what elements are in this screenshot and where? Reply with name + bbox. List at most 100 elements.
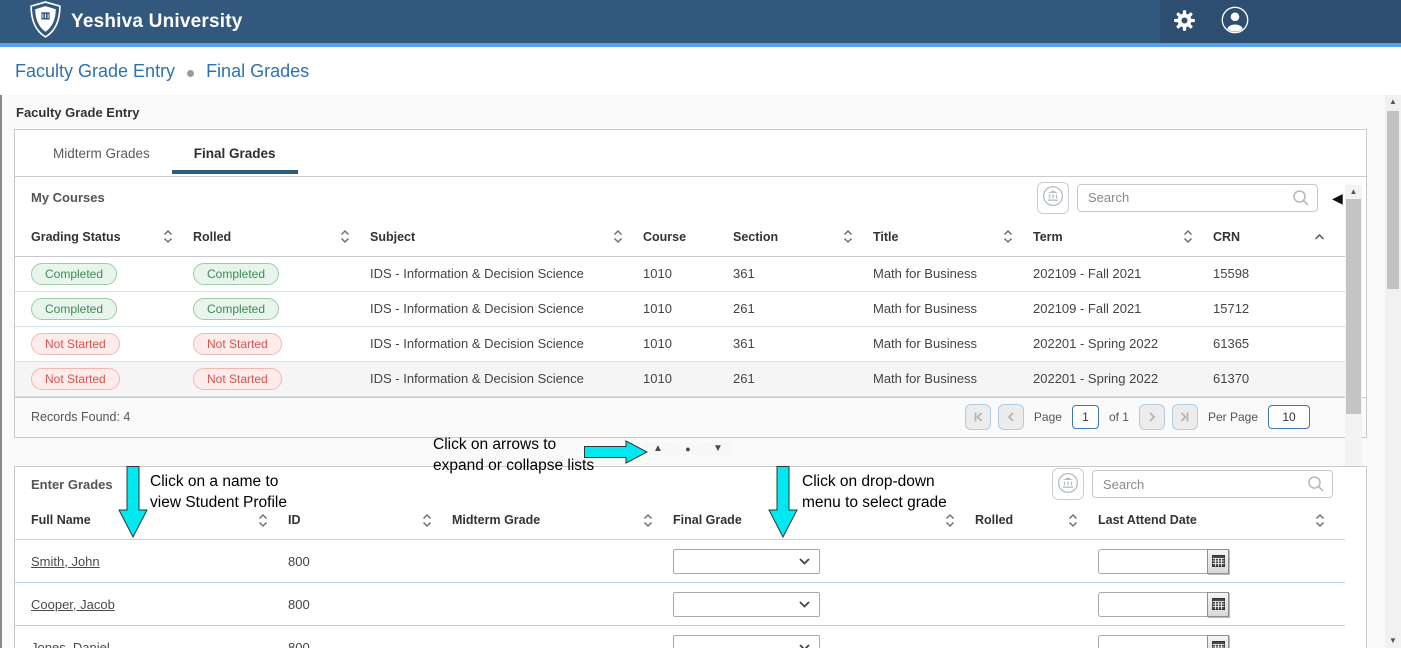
sort-icon[interactable] [1003,229,1013,244]
crn-cell: 61365 [1213,326,1345,361]
course-row[interactable]: Not Started Not Started IDS - Informatio… [15,361,1345,396]
col-grading-status: Grading Status [31,230,121,244]
sort-icon[interactable] [422,513,432,528]
scroll-up-icon[interactable]: ▲ [1385,95,1401,109]
enter-grades-title: Enter Grades [31,477,113,492]
col-term: Term [1033,230,1063,244]
sort-icon[interactable] [340,229,350,244]
page-scrollbar-thumb[interactable] [1387,111,1399,289]
page-scrollbar[interactable]: ▲ ▼ [1385,95,1401,648]
col-section: Section [733,230,778,244]
col-course: Course [643,230,686,244]
rolled-cell [975,540,1098,583]
subject-cell: IDS - Information & Decision Science [370,256,643,291]
calendar-button[interactable] [1207,549,1229,574]
settings-button[interactable] [1172,8,1197,36]
search-icon [1307,475,1325,493]
grid-settings-button[interactable] [1052,468,1084,500]
enter-grades-table: Full Name ID Midterm Grade Final Grade R… [15,502,1345,648]
term-cell: 202201 - Spring 2022 [1033,326,1213,361]
col-title: Title [873,230,898,244]
student-name-link[interactable]: Smith, John [31,554,100,569]
per-page-label: Per Page [1208,410,1258,424]
scroll-up-icon[interactable]: ▲ [1345,185,1362,198]
annotation-expand-text: Click on arrows to expand or collapse li… [433,434,594,476]
student-row: Cooper, Jacob 800 [15,583,1345,626]
rolled-badge: Not Started [193,333,282,355]
sort-icon[interactable] [1315,513,1325,528]
page-of-label: of 1 [1109,410,1129,424]
sort-icon[interactable] [843,229,853,244]
rolled-badge: Not Started [193,368,282,390]
annotation-right-arrow-icon [584,440,648,464]
my-courses-search-input[interactable] [1077,184,1318,212]
page-number-input[interactable] [1072,405,1099,429]
collapse-list-button[interactable]: ▼ [703,442,733,455]
rolled-cell [975,583,1098,626]
annotation-down-arrow-icon [118,466,148,538]
per-page-input[interactable] [1268,405,1310,429]
resize-handle-dot[interactable]: ● [673,443,703,455]
last-attend-date-input[interactable] [1098,592,1207,617]
final-grade-select[interactable] [673,549,820,574]
scrollbar-thumb[interactable] [1346,199,1361,414]
subject-cell: IDS - Information & Decision Science [370,361,643,396]
collapse-left-icon[interactable]: ◀ [1332,191,1343,205]
section-cell: 261 [733,291,873,326]
col-final-grade: Final Grade [673,513,742,527]
last-attend-date-input[interactable] [1098,635,1207,648]
prev-page-button[interactable] [998,404,1024,430]
term-cell: 202109 - Fall 2021 [1033,256,1213,291]
student-id-cell: 800 [288,626,452,648]
enter-grades-search-input[interactable] [1092,470,1333,498]
sort-asc-icon[interactable] [1314,233,1325,241]
calendar-button[interactable] [1207,635,1229,648]
tab-bar: Midterm Grades Final Grades [15,130,1366,177]
breadcrumb-final-grades[interactable]: Final Grades [206,61,309,82]
student-name-link[interactable]: Cooper, Jacob [31,597,115,612]
final-grade-select[interactable] [673,592,820,617]
last-page-button[interactable] [1172,404,1198,430]
sort-icon[interactable] [643,513,653,528]
midterm-grade-cell [452,583,673,626]
tab-midterm-grades[interactable]: Midterm Grades [31,134,172,176]
sort-icon[interactable] [613,229,623,244]
col-rolled: Rolled [193,230,231,244]
next-page-button[interactable] [1139,404,1165,430]
scroll-down-icon[interactable]: ▼ [1385,634,1401,648]
student-row: Smith, John 800 [15,540,1345,583]
col-crn: CRN [1213,230,1240,244]
student-id-cell: 800 [288,540,452,583]
sort-icon[interactable] [1183,229,1193,244]
title-cell: Math for Business [873,256,1033,291]
chevron-left-icon [1005,411,1017,423]
student-name-link[interactable]: Jones, Daniel [31,640,110,648]
sort-icon[interactable] [163,229,173,244]
tab-final-grades[interactable]: Final Grades [172,134,298,176]
gear-icon [1172,8,1197,36]
chevron-down-icon [799,558,810,565]
landmark-icon [1042,185,1064,210]
page-title: Faculty Grade Entry [16,105,1401,120]
page-label: Page [1034,410,1062,424]
course-row[interactable]: Not Started Not Started IDS - Informatio… [15,326,1345,361]
sort-icon[interactable] [945,513,955,528]
profile-button[interactable] [1221,6,1249,37]
last-attend-date-input[interactable] [1098,549,1207,574]
col-last-attend-date: Last Attend Date [1098,513,1197,527]
sort-icon[interactable] [1068,513,1078,528]
grid-settings-button[interactable] [1037,182,1069,214]
calendar-button[interactable] [1207,592,1229,617]
course-row[interactable]: Completed Completed IDS - Information & … [15,291,1345,326]
chevron-down-icon [799,601,810,608]
chevron-right-icon [1146,411,1158,423]
sort-icon[interactable] [258,513,268,528]
my-courses-table: Grading Status Rolled Subject Course Sec… [15,218,1345,397]
breadcrumb-faculty-grade-entry[interactable]: Faculty Grade Entry [15,61,175,82]
first-page-button[interactable] [965,404,991,430]
course-row[interactable]: Completed Completed IDS - Information & … [15,256,1345,291]
section-cell: 361 [733,256,873,291]
subject-cell: IDS - Information & Decision Science [370,291,643,326]
final-grade-select[interactable] [673,635,820,648]
col-full-name: Full Name [31,513,91,527]
